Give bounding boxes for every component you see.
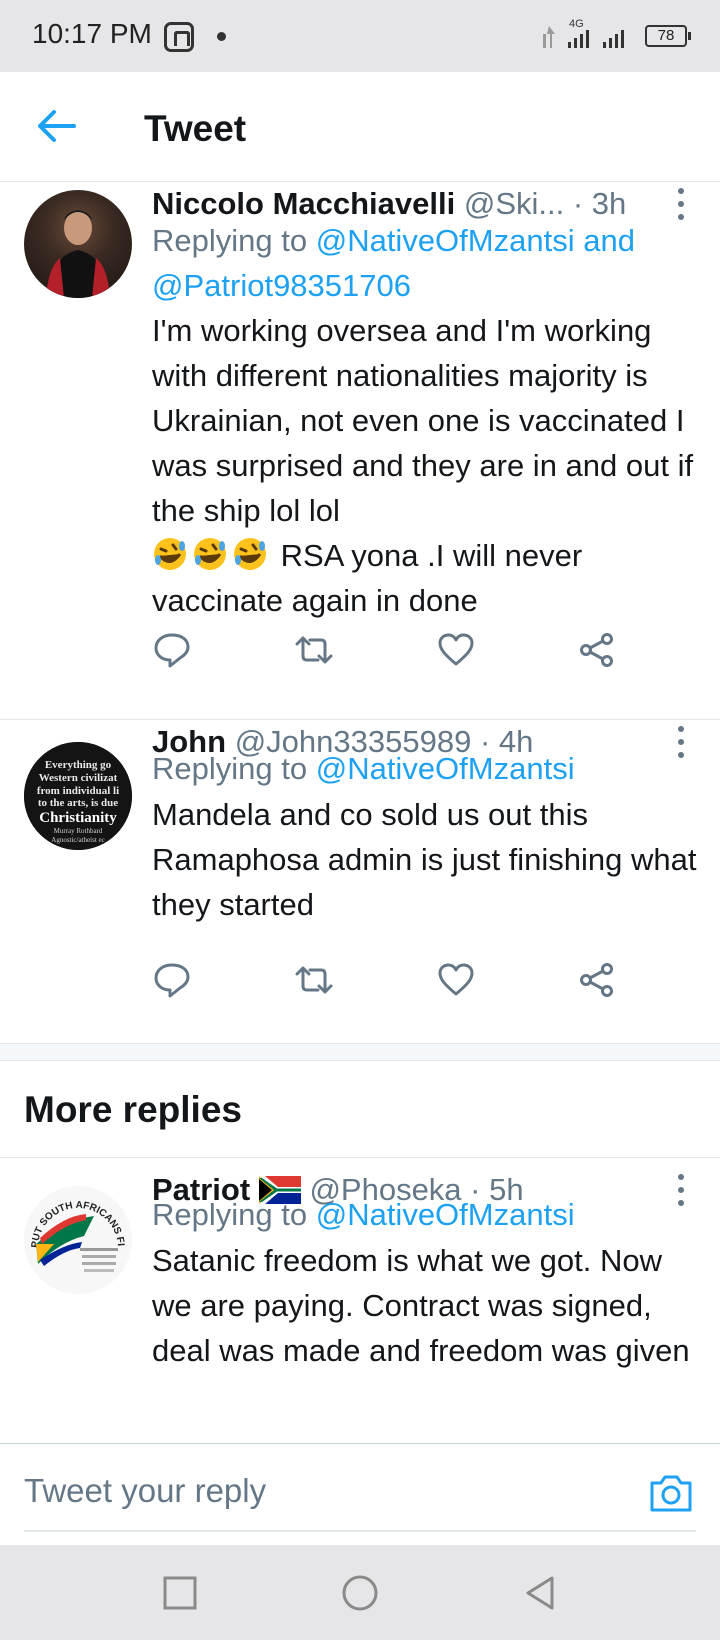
tweet-text: I'm working oversea and I'm working with…: [152, 313, 694, 528]
avatar-caption: Agnostic/atheist ec: [51, 836, 104, 844]
heart-icon[interactable]: [436, 630, 476, 670]
tweet-body: I'm working oversea and I'm working with…: [152, 308, 697, 623]
tweet-actions: [152, 960, 622, 1000]
recent-apps-icon[interactable]: [160, 1573, 200, 1613]
retweet-icon[interactable]: [294, 630, 334, 670]
replying-to-prefix: Replying to: [152, 1197, 316, 1232]
reply-icon[interactable]: [152, 630, 192, 670]
avatar-caption: Christianity: [39, 810, 117, 826]
share-icon[interactable]: [577, 960, 617, 1000]
back-arrow-icon[interactable]: [34, 106, 78, 146]
avatar-caption: from individual li: [37, 785, 119, 797]
more-replies-section: More replies: [0, 1060, 720, 1158]
reply-composer: [0, 1443, 720, 1545]
avatar[interactable]: Everything go Western civilizat from ind…: [24, 742, 132, 850]
laughing-emoji-icon: [152, 536, 188, 572]
replying-to-prefix: Replying to: [152, 223, 316, 258]
mention-link[interactable]: @NativeOfMzantsi: [316, 751, 575, 786]
back-triangle-icon[interactable]: [520, 1573, 560, 1613]
network-type-label: 4G: [569, 18, 584, 30]
avatar[interactable]: PUT SOUTH AFRICANS FIRST: [24, 1186, 132, 1294]
tweet-card[interactable]: PUT SOUTH AFRICANS FIRST Patriot @Phosek…: [0, 1158, 720, 1443]
mention-link[interactable]: @NativeOfMzantsi: [316, 1197, 575, 1232]
replying-to: Replying to @NativeOfMzantsi: [152, 1192, 702, 1237]
status-time: 10:17 PM: [32, 18, 152, 49]
reply-input[interactable]: [24, 1466, 624, 1516]
home-icon[interactable]: [340, 1573, 380, 1613]
user-handle[interactable]: @Ski...: [464, 186, 564, 221]
user-display-name[interactable]: Niccolo Macchiavelli: [152, 186, 455, 221]
share-icon[interactable]: [577, 630, 617, 670]
avatar-caption: Western civilizat: [39, 772, 118, 784]
avatar-caption: Everything go: [45, 759, 112, 771]
input-underline: [24, 1530, 696, 1532]
system-navigation-bar: [0, 1545, 720, 1640]
tweet-card[interactable]: Everything go Western civilizat from ind…: [0, 720, 720, 1044]
tweet-timestamp: · 3h: [572, 186, 627, 221]
mention-link[interactable]: @NativeOfMzantsi: [316, 223, 575, 258]
mention-join[interactable]: and: [575, 223, 635, 258]
avatar[interactable]: [24, 190, 132, 298]
reply-icon[interactable]: [152, 960, 192, 1000]
tweet-text: Mandela and co sold us out this Ramaphos…: [152, 797, 697, 922]
retweet-icon[interactable]: [294, 960, 334, 1000]
signal-strength-icon: 4G: [543, 18, 624, 48]
replying-to: Replying to @NativeOfMzantsi and @Patrio…: [152, 218, 702, 308]
avatar-caption: Murray Rothbard: [54, 827, 103, 835]
status-bar: 10:17 PM 4G 78: [0, 0, 720, 72]
top-app-bar: Tweet: [0, 72, 720, 182]
avatar-caption: to the arts, is due: [38, 797, 118, 809]
replying-to-prefix: Replying to: [152, 751, 316, 786]
heart-icon[interactable]: [436, 960, 476, 1000]
notification-app-icon: [164, 22, 194, 52]
laughing-emoji-icon: [192, 536, 228, 572]
tweet-actions: [152, 630, 622, 670]
section-title: More replies: [24, 1089, 242, 1130]
replying-to: Replying to @NativeOfMzantsi: [152, 746, 702, 791]
notification-dot-icon: [217, 32, 226, 41]
tweet-text: Satanic freedom is what we got. Now we a…: [152, 1243, 690, 1368]
camera-icon[interactable]: [648, 1472, 694, 1514]
mention-link[interactable]: @Patriot98351706: [152, 268, 411, 303]
tweet-card[interactable]: Niccolo Macchiavelli @Ski... · 3h Replyi…: [0, 182, 720, 720]
more-options-icon[interactable]: [666, 186, 696, 222]
laughing-emoji-icon: [232, 536, 268, 572]
battery-icon: 78: [645, 25, 691, 47]
page-title: Tweet: [144, 108, 247, 149]
